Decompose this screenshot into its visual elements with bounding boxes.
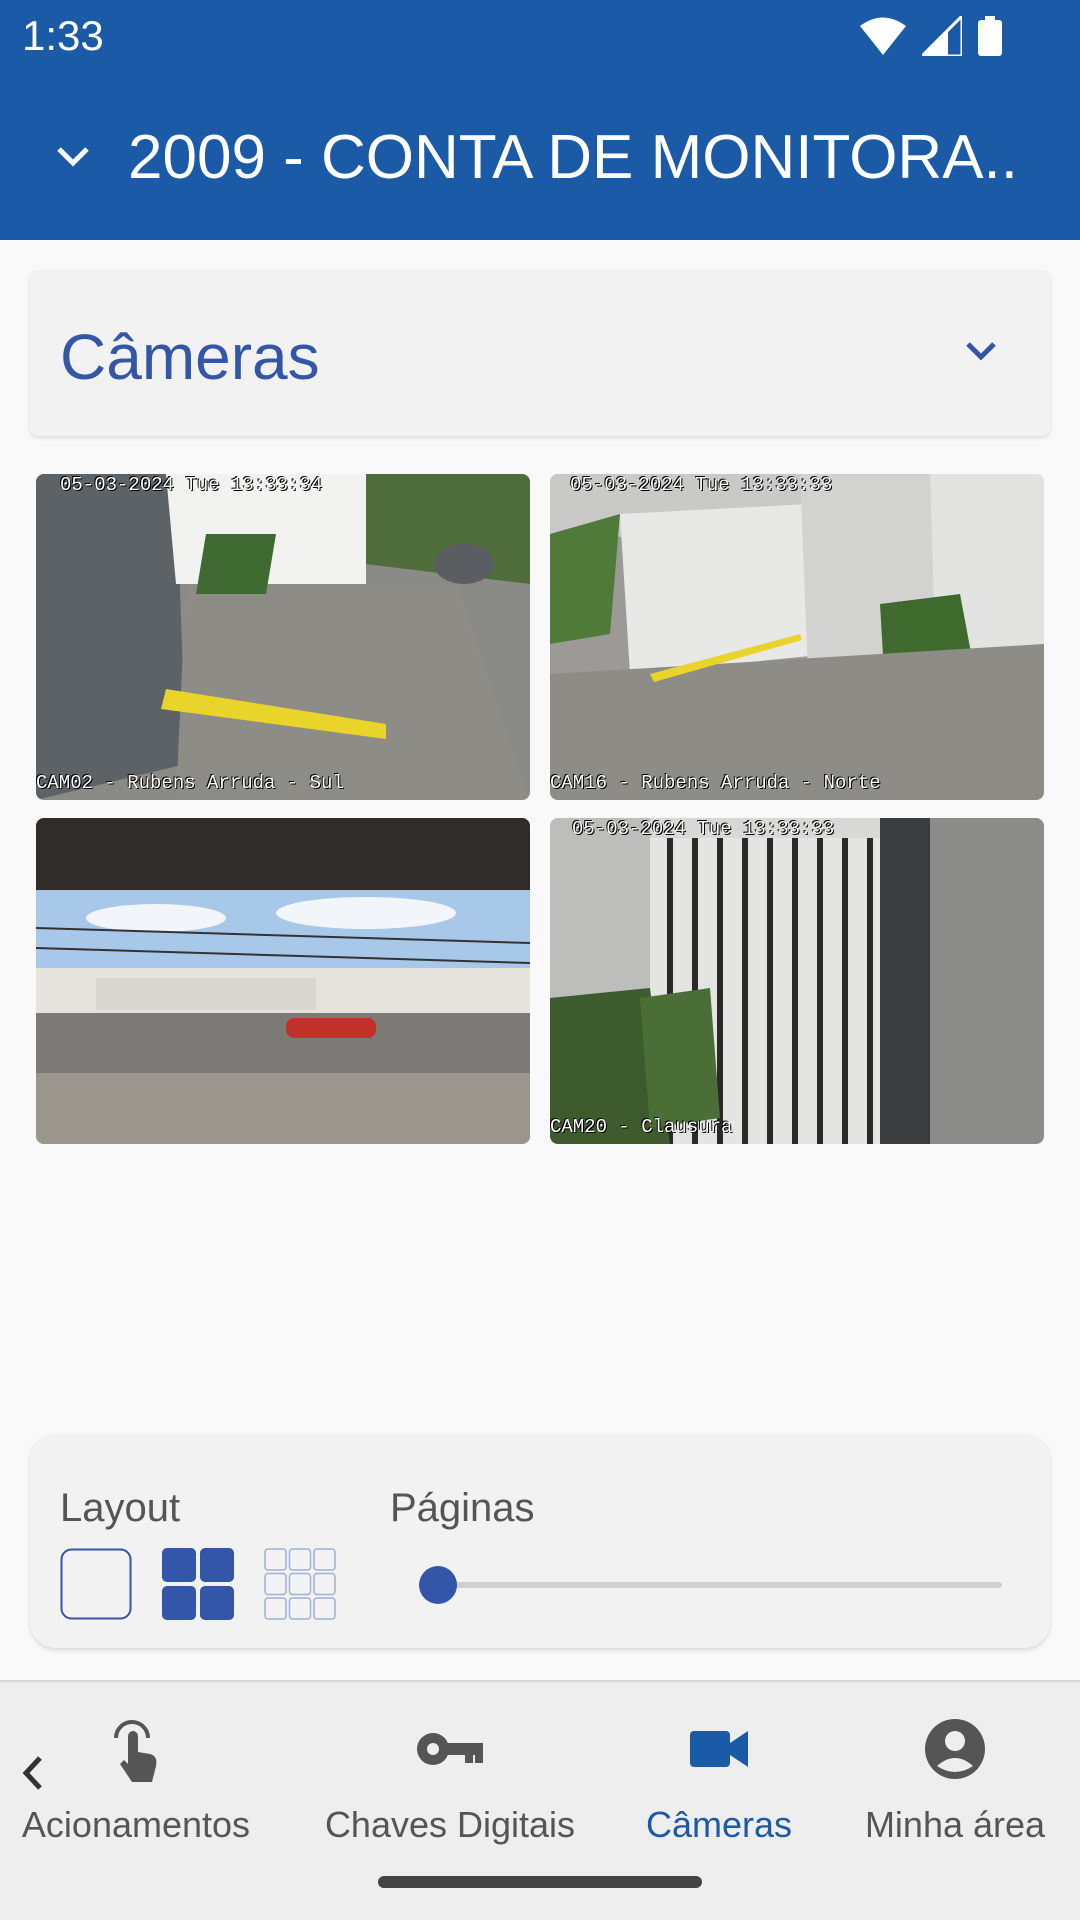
app-bar: 1:33 2009 - CONTA DE MONITORA.. [0,0,1080,240]
grid-2x2-icon [162,1548,234,1620]
nav-label: Acionamentos [21,1804,251,1845]
pages-label: Páginas [390,1486,535,1530]
pages-slider-thumb[interactable] [419,1566,457,1604]
account-collapse-button[interactable] [38,122,108,192]
home-indicator[interactable] [378,1876,702,1888]
camera-name: CAM02 - Rubens Arruda - Sul [36,772,344,794]
grid-3x3-icon [264,1548,336,1620]
camera-tile-2[interactable]: 05-03-2024 Tue 13:33:33 CAM16 - Rubens A… [550,474,1044,800]
wifi-icon [860,17,906,55]
account-title[interactable]: 2009 - CONTA DE MONITORA.. [128,122,1048,193]
layout-grid-3x3-button[interactable] [264,1548,336,1620]
cameras-section-header[interactable]: Câmeras [30,270,1050,436]
nav-acionamentos[interactable]: Acionamentos [18,1704,254,1846]
camera-tile-3[interactable] [36,818,530,1144]
chevron-down-icon [57,147,89,167]
camera-timestamp: 05-03-2024 Tue 13:33:34 [60,474,323,496]
key-icon [417,1733,483,1765]
layout-pages-panel: Layout Páginas [30,1434,1050,1648]
nav-cameras[interactable]: Câmeras [630,1704,808,1846]
camera-name: CAM20 - Clausura [550,1116,733,1138]
layout-single-button[interactable] [60,1548,132,1620]
camera-feed-street [36,818,530,1144]
layout-label: Layout [60,1486,181,1530]
cameras-expand-button[interactable] [956,326,1006,376]
nav-chaves-digitais[interactable]: Chaves Digitais [320,1704,580,1846]
battery-icon [978,16,1002,56]
camera-tile-4[interactable]: 05-03-2024 Tue 13:33:33 CAM20 - Clausura [550,818,1044,1144]
nav-label: Minha área [864,1804,1046,1845]
layout-grid-2x2-button[interactable] [162,1548,234,1620]
camera-feed-cam20 [550,818,1044,1144]
account-circle-icon [925,1719,985,1779]
cameras-section-title: Câmeras [60,321,320,393]
camera-feed-cam02 [36,474,530,800]
single-view-icon [60,1548,132,1620]
videocam-icon [690,1731,748,1767]
nav-label: Chaves Digitais [324,1804,576,1845]
status-icons [860,16,1002,56]
camera-feed-cam16 [550,474,1044,800]
nav-label: Câmeras [645,1804,793,1845]
pages-slider-track[interactable] [438,1582,1002,1588]
camera-tile-1[interactable]: 05-03-2024 Tue 13:33:34 CAM02 - Rubens A… [36,474,530,800]
chevron-down-icon [966,342,996,361]
nav-minha-area[interactable]: Minha área [860,1704,1050,1846]
camera-timestamp: 05-03-2024 Tue 13:33:33 [570,474,833,496]
camera-name: CAM16 - Rubens Arruda - Norte [550,772,881,794]
camera-timestamp: 05-03-2024 Tue 13:33:33 [572,818,835,840]
signal-icon [922,16,962,56]
status-time: 1:33 [22,12,104,59]
touch-icon [114,1720,157,1782]
